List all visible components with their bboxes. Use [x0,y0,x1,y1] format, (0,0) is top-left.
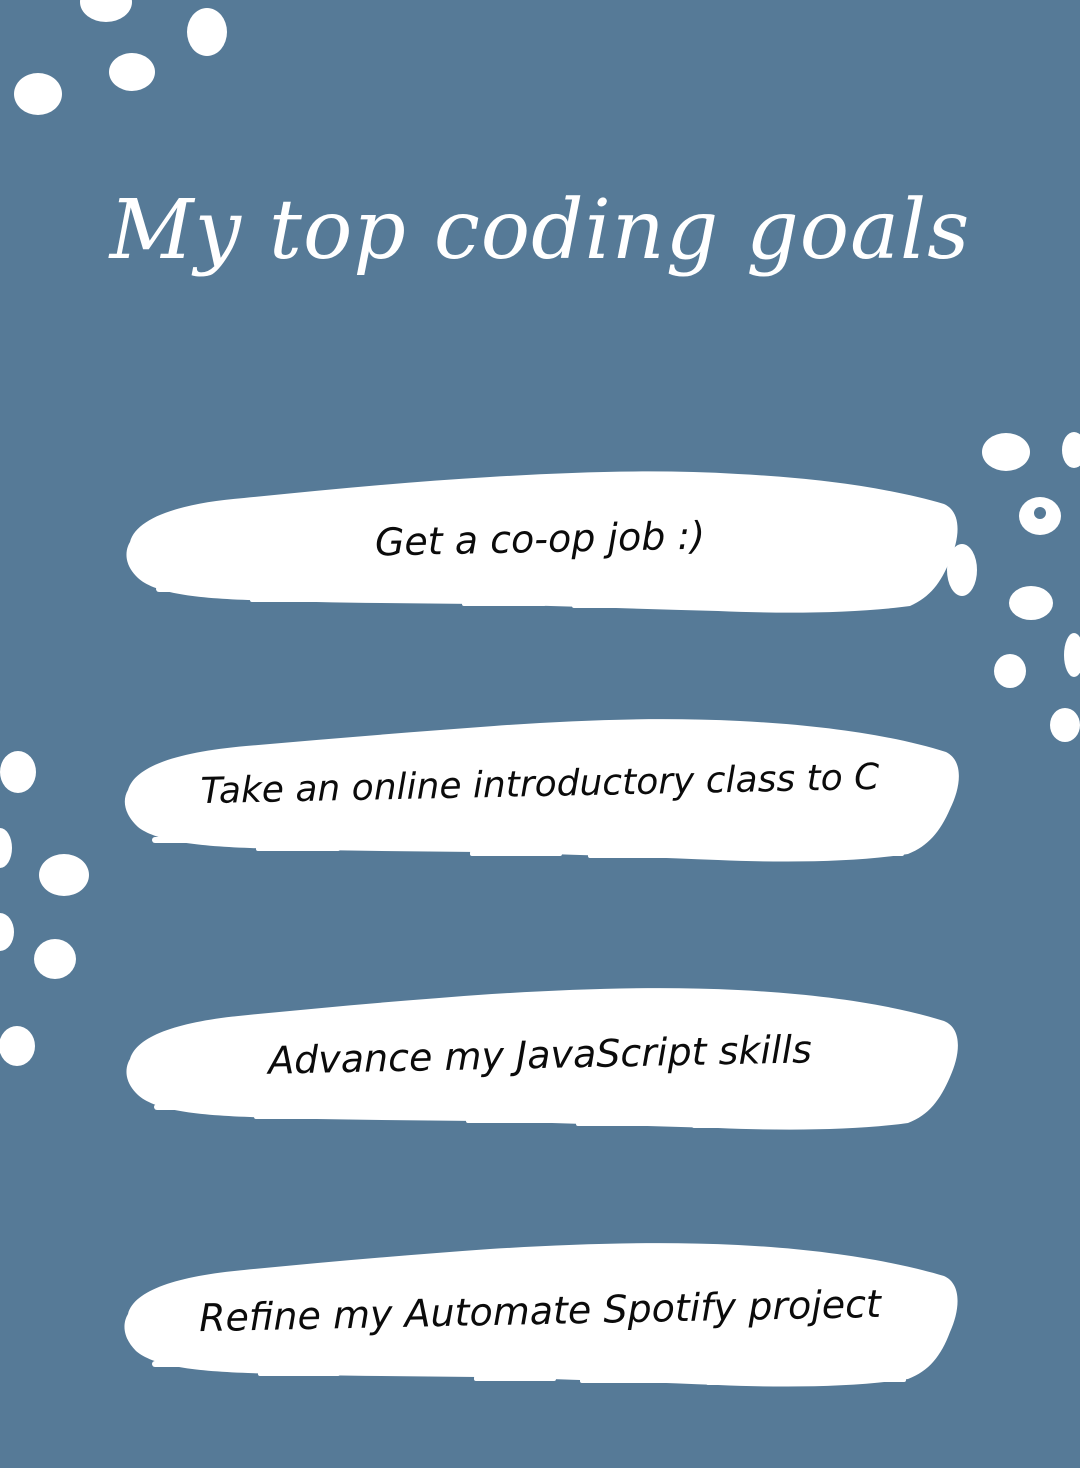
dot [982,433,1030,471]
dot [0,828,12,868]
dot [1050,708,1080,742]
dot [0,1026,35,1066]
dot [1062,432,1080,468]
dot [80,0,132,22]
dot [34,939,76,979]
dot [0,751,36,793]
dot [0,913,14,951]
goal-card-1: Get a co-op job :) [118,460,962,628]
page-title: My top coding goals [109,183,971,278]
dot [1064,633,1080,677]
right-dot-cluster [947,432,1080,742]
goal-card-4: Refine my Automate Spotify project [118,1232,962,1400]
dot [187,8,227,56]
dot [1009,586,1053,620]
goal-card-3: Advance my JavaScript skills [118,976,962,1144]
goal-card-2: Take an online introductory class to C [118,706,962,874]
dot [39,854,89,896]
top-left-dot-cluster [14,0,227,115]
dot [1019,497,1061,535]
dot [14,73,62,115]
dot [109,53,155,91]
left-dot-cluster [0,751,89,1066]
dot [994,654,1026,688]
